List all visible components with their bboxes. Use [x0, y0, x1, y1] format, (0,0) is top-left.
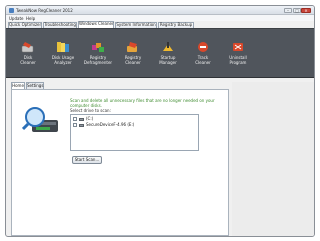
start-scan-button[interactable]: Start Scan... [72, 156, 102, 164]
drive-list: (C:) SecureDeviceF-4.96 (E:) [70, 114, 199, 151]
tool-ribbon: Disk Cleaner Disk Usage Analyzer Registr… [6, 28, 314, 78]
registry-cleaner-button[interactable]: Registry Cleaner [118, 31, 148, 77]
app-window: TweakNow RegCleaner 2012 – □ × Update He… [5, 5, 315, 237]
startup-manager-button[interactable]: Startup Manager [153, 31, 183, 77]
disk-usage-analyzer-button[interactable]: Disk Usage Analyzer [48, 31, 78, 77]
window-title: TweakNow RegCleaner 2012 [16, 8, 73, 13]
tab-windows-cleaner[interactable]: Windows Cleaner [78, 21, 114, 28]
drive-item[interactable]: SecureDeviceF-4.96 (E:) [73, 122, 134, 128]
tab-settings[interactable]: Settings [26, 82, 44, 89]
tool-label: Uninstall Program [229, 55, 247, 65]
registry-defragmenter-button[interactable]: Registry Defragmenter [83, 31, 113, 77]
drive-checkbox[interactable] [73, 123, 77, 127]
disk-magnifier-icon [22, 107, 58, 132]
top-tab-strip: Quick Optimizer Troubleshooting Windows … [6, 21, 314, 28]
tool-label: Track Cleaner [195, 55, 211, 65]
registry-defragmenter-icon [92, 43, 104, 52]
uninstall-program-button[interactable]: Uninstall Program [223, 31, 253, 77]
side-panel [232, 82, 314, 236]
app-icon [9, 8, 14, 13]
home-panel: Scan and delete all unnecessary files th… [11, 89, 229, 236]
registry-cleaner-icon [127, 42, 137, 52]
minimize-button[interactable]: – [284, 8, 292, 13]
uninstall-program-icon [233, 43, 243, 51]
tool-label: Disk Cleaner [20, 55, 36, 65]
panel-heading: Scan and delete all unnecessary files th… [70, 98, 215, 108]
drive-label: SecureDeviceF-4.96 (E:) [86, 122, 135, 127]
disk-cleaner-icon [21, 42, 34, 53]
hard-drive-icon [79, 123, 84, 127]
disk-cleaner-button[interactable]: Disk Cleaner [13, 31, 43, 77]
disk-usage-analyzer-icon [57, 42, 69, 52]
startup-manager-icon [163, 42, 173, 51]
tool-label: Disk Usage Analyzer [51, 55, 75, 65]
tool-label: Registry Defragmenter [83, 55, 113, 65]
close-button[interactable]: × [301, 8, 311, 13]
hard-drive-icon [79, 117, 84, 121]
track-cleaner-button[interactable]: Track Cleaner [188, 31, 218, 77]
tool-label: Registry Cleaner [124, 55, 142, 65]
title-bar: TweakNow RegCleaner 2012 – □ × [6, 6, 314, 15]
tool-label: Startup Manager [159, 55, 177, 65]
select-drive-label: Select drive to scan: [70, 108, 111, 113]
track-cleaner-icon [198, 42, 208, 52]
maximize-button[interactable]: □ [293, 8, 301, 13]
drive-checkbox[interactable] [73, 117, 77, 121]
drive-label: (C:) [86, 116, 94, 121]
